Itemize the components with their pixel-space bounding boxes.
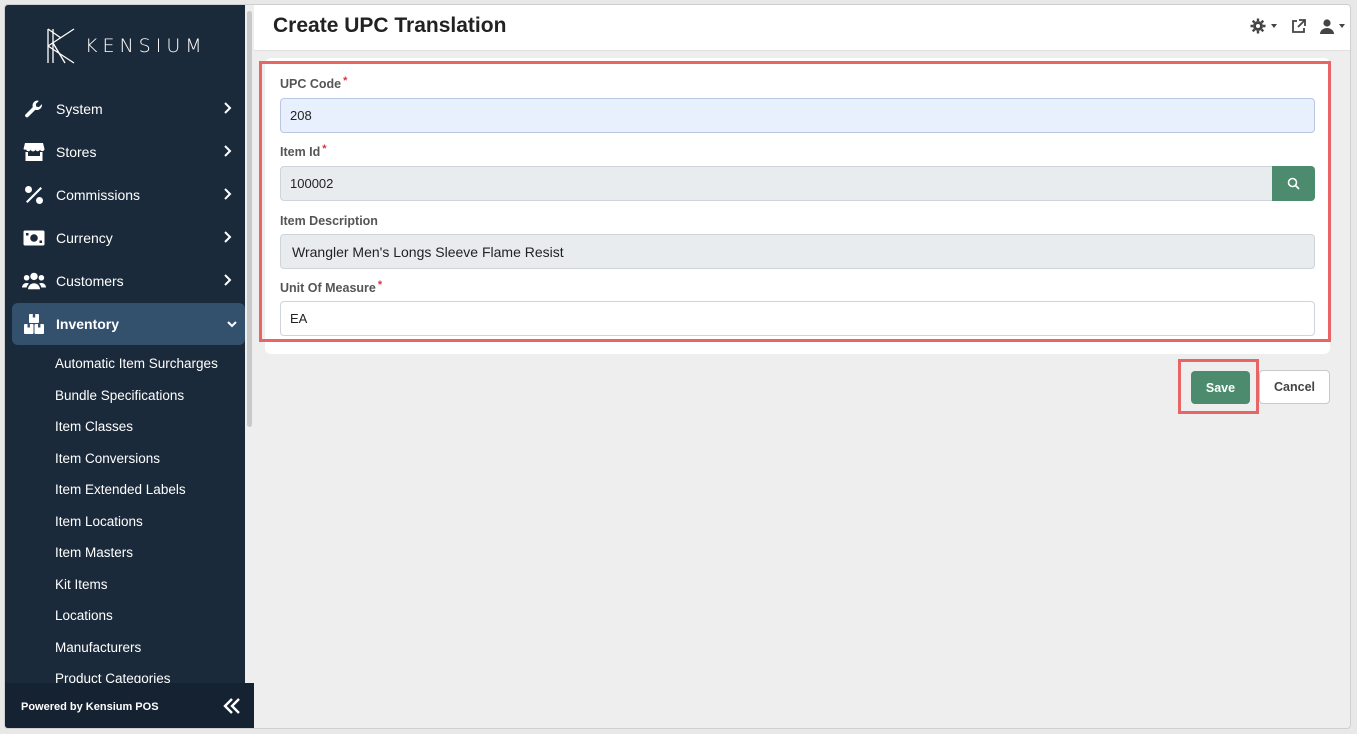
sidebar-item-currency[interactable]: Currency [5,216,245,259]
sidebar-subitem[interactable]: Manufacturers [5,632,245,664]
sidebar-subitem[interactable]: Item Conversions [5,443,245,475]
sidebar-item-label: Currency [56,229,113,246]
sidebar-subitem[interactable]: Kit Items [5,569,245,601]
sidebar-item-commissions[interactable]: Commissions [5,173,245,216]
sidebar-item-inventory[interactable]: Inventory [12,303,245,345]
sidebar-item-customers[interactable]: Customers [5,259,245,302]
sidebar-item-system[interactable]: System [5,87,245,130]
scrollbar-thumb[interactable] [247,11,252,427]
page-title: Create UPC Translation [273,14,507,37]
chevron-down-icon [1271,24,1277,28]
percent-icon [22,183,46,207]
external-link-button[interactable] [1291,17,1306,35]
sidebar-subitem[interactable]: Locations [5,600,245,632]
logo-text: KENSIUM [85,35,207,57]
chevron-right-icon [224,231,232,243]
sidebar-footer: Powered by Kensium POS [5,683,254,728]
external-link-icon [1292,18,1306,33]
sidebar-nav: System Stores Commissions Currency Custo… [5,87,245,683]
sidebar-item-label: Customers [56,272,124,289]
inventory-submenu: Automatic Item Surcharges Bundle Specifi… [5,345,245,683]
cancel-button[interactable]: Cancel [1259,370,1330,404]
settings-menu[interactable] [1250,17,1277,35]
sidebar-item-label: Stores [56,143,97,160]
sidebar-item-label: Inventory [56,316,120,332]
store-icon [22,140,46,164]
sidebar-scrollbar[interactable] [245,5,254,683]
sidebar-subitem[interactable]: Item Classes [5,411,245,443]
chevron-down-icon [227,321,237,328]
form-highlight-box [259,61,1331,342]
powered-by-text: Powered by Kensium POS [21,700,159,713]
settings-icon [1250,18,1266,34]
sidebar-subitem[interactable]: Item Extended Labels [5,474,245,506]
chevron-right-icon [224,188,232,200]
kensium-logo-mark-icon [47,28,75,64]
chevron-down-icon [1339,24,1345,28]
sidebar-item-stores[interactable]: Stores [5,130,245,173]
header-toolbar [1250,17,1345,35]
chevron-right-icon [224,274,232,286]
sidebar-scroll-area[interactable]: KENSIUM System Stores Commissions Curren… [5,5,245,683]
sidebar-subitem[interactable]: Product Categories [5,663,245,683]
kensium-logo: KENSIUM [45,28,207,64]
users-icon [22,269,46,293]
page-header: Create UPC Translation [254,5,1350,51]
sidebar-subitem[interactable]: Item Locations [5,506,245,538]
sidebar-subitem[interactable]: Bundle Specifications [5,380,245,412]
wrench-icon [22,97,46,121]
sidebar-item-label: System [56,100,103,117]
chevron-right-icon [224,145,232,157]
user-menu[interactable] [1320,17,1345,35]
sidebar-item-label: Commissions [56,186,141,203]
money-bill-icon [22,226,46,250]
sidebar-subitem[interactable]: Item Masters [5,537,245,569]
save-button[interactable]: Save [1191,371,1250,404]
collapse-sidebar-icon[interactable] [222,696,242,716]
user-icon [1320,18,1334,34]
chevron-right-icon [224,102,232,114]
sidebar: KENSIUM System Stores Commissions Curren… [5,5,254,728]
boxes-icon [22,312,46,336]
sidebar-subitem[interactable]: Automatic Item Surcharges [5,348,245,380]
